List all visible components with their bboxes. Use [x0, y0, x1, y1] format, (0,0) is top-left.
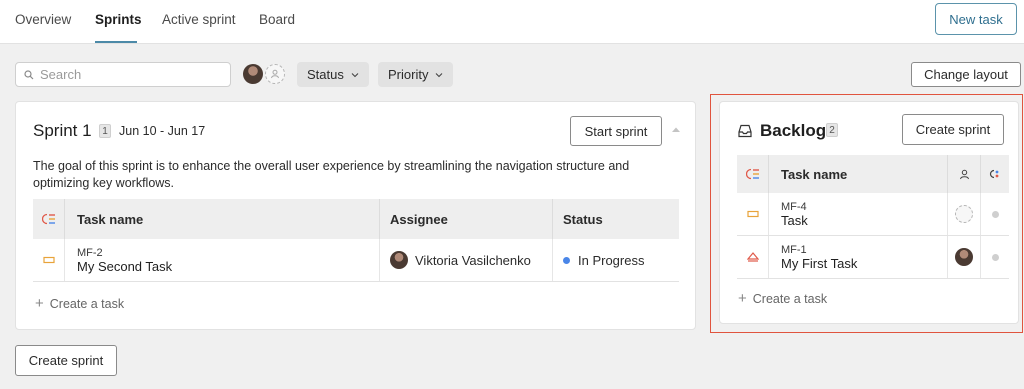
assignee-cell[interactable]: Viktoria Vasilchenko	[380, 239, 553, 281]
priority-column-header[interactable]	[737, 155, 769, 193]
row-divider	[737, 278, 1009, 279]
task-name[interactable]: My Second Task	[77, 259, 172, 274]
user-icon	[271, 69, 279, 79]
task-key: MF-2	[77, 246, 103, 259]
status-cell[interactable]	[981, 193, 1009, 235]
unassigned-avatar	[955, 205, 973, 223]
create-sprint-button[interactable]: Create sprint	[902, 114, 1004, 145]
active-tab-indicator	[95, 41, 137, 43]
task-name[interactable]: Task	[781, 213, 808, 228]
plus-icon: +	[35, 295, 44, 312]
status-filter[interactable]: Status	[297, 62, 369, 87]
status-label: In Progress	[578, 252, 645, 268]
assignee-cell[interactable]	[948, 236, 981, 278]
change-layout-button[interactable]: Change layout	[911, 62, 1021, 87]
status-icon	[989, 169, 999, 179]
search-input[interactable]: Search	[15, 62, 231, 87]
row-divider	[33, 281, 679, 282]
create-task-label: Create a task	[752, 291, 828, 306]
priority-filter[interactable]: Priority	[378, 62, 454, 87]
backlog-panel: Backlog 2 Create sprint Task name MF-4 T…	[719, 101, 1019, 324]
assignee-cell[interactable]	[948, 193, 981, 235]
high-priority-icon	[746, 252, 759, 262]
unassigned-avatar[interactable]	[265, 64, 285, 84]
create-sprint-button[interactable]: Create sprint	[15, 345, 117, 376]
status-dot-icon	[991, 210, 999, 218]
priority-sort-icon	[41, 213, 55, 225]
sprint-panel: Sprint 1 1 Jun 10 - Jun 17 Start sprint …	[15, 101, 696, 330]
backlog-title: Backlog	[760, 121, 827, 140]
status-dot-icon	[563, 256, 570, 264]
backlog-task-count: 2	[826, 123, 838, 137]
avatar[interactable]	[243, 64, 263, 84]
user-icon	[959, 169, 969, 179]
create-task-label: Create a task	[49, 296, 125, 311]
sprint-title: Sprint 1	[33, 121, 92, 140]
tab-board[interactable]: Board	[259, 12, 295, 27]
status-column-header[interactable]: Status	[553, 199, 679, 239]
avatar	[955, 248, 973, 266]
new-task-button[interactable]: New task	[935, 3, 1017, 35]
top-nav-bar: Overview Sprints Active sprint Board New…	[0, 0, 1024, 44]
task-key: MF-1	[781, 243, 807, 256]
avatar	[390, 251, 408, 269]
inbox-icon	[738, 124, 752, 138]
task-name-cell: MF-4 Task	[769, 193, 948, 235]
chevron-up-icon[interactable]	[671, 126, 681, 133]
start-sprint-button[interactable]: Start sprint	[570, 116, 662, 146]
task-name-cell: MF-2 My Second Task	[65, 239, 380, 281]
chevron-down-icon	[436, 72, 443, 77]
task-key: MF-4	[781, 200, 807, 213]
sprint-dates: Jun 10 - Jun 17	[119, 124, 206, 138]
tab-sprints[interactable]: Sprints	[95, 12, 142, 27]
assignee-column-header[interactable]: Assignee	[380, 199, 553, 239]
status-cell[interactable]: In Progress	[553, 239, 679, 281]
task-name[interactable]: My First Task	[781, 256, 857, 271]
tab-overview[interactable]: Overview	[15, 12, 71, 27]
chevron-down-icon	[351, 72, 359, 77]
status-cell[interactable]	[981, 236, 1009, 278]
task-name-column-header[interactable]: Task name	[65, 199, 380, 239]
task-name-cell: MF-1 My First Task	[769, 236, 948, 278]
search-placeholder: Search	[40, 67, 82, 82]
priority-cell	[737, 236, 769, 278]
priority-cell	[33, 239, 65, 281]
plus-icon: +	[738, 290, 747, 307]
create-task-link[interactable]: + Create a task	[738, 290, 827, 307]
status-column-header[interactable]	[981, 155, 1009, 193]
assignee-column-header[interactable]	[948, 155, 981, 193]
priority-cell	[737, 193, 769, 235]
create-task-link[interactable]: + Create a task	[35, 295, 124, 312]
medium-priority-icon	[42, 256, 55, 264]
status-filter-label: Status	[307, 67, 344, 82]
sprint-task-count: 1	[99, 124, 111, 138]
search-icon	[24, 69, 34, 79]
priority-sort-icon	[745, 168, 759, 180]
medium-priority-icon	[746, 210, 759, 218]
priority-filter-label: Priority	[388, 67, 429, 82]
tab-active-sprint[interactable]: Active sprint	[162, 12, 236, 27]
priority-column-header[interactable]	[33, 199, 65, 239]
assignee-name: Viktoria Vasilchenko	[415, 252, 531, 268]
status-dot-icon	[991, 253, 999, 261]
task-name-column-header[interactable]: Task name	[769, 155, 948, 193]
sprint-goal: The goal of this sprint is to enhance th…	[33, 159, 630, 190]
